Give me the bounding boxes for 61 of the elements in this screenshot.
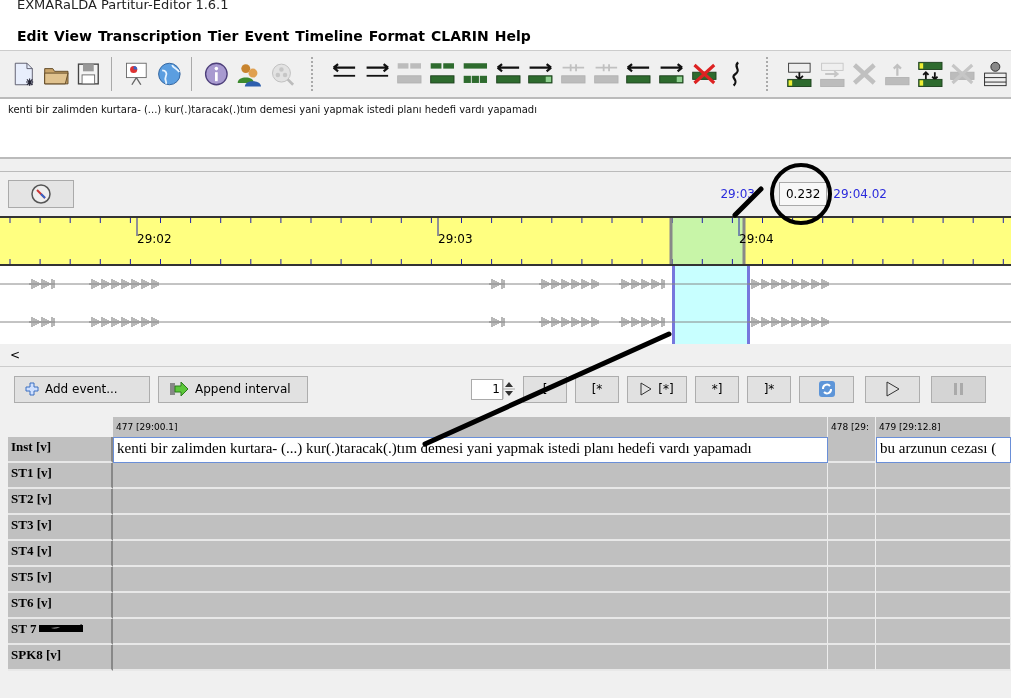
tier-name: ST2 [v] xyxy=(11,491,52,508)
selection-highlight[interactable] xyxy=(672,266,750,344)
time-tick-label: 29:02 xyxy=(137,232,172,246)
tier-name: ST5 [v] xyxy=(11,569,52,586)
tier-label[interactable]: ST4 [v] xyxy=(8,541,113,567)
tier-label[interactable]: SPK8 [v] xyxy=(8,645,113,671)
time-ruler[interactable]: 29:02 29:03 29:04 xyxy=(0,216,1011,266)
number-field[interactable]: 1 xyxy=(471,378,503,400)
column-header[interactable]: 479 [29:12.8] xyxy=(876,417,1011,437)
menu-item[interactable]: Format xyxy=(365,28,428,44)
menu-item[interactable]: Event xyxy=(241,28,293,44)
play-icon xyxy=(640,382,653,396)
time-tick-label: 29:03 xyxy=(438,232,473,246)
plus-icon xyxy=(25,382,39,396)
refresh-button[interactable] xyxy=(799,375,854,403)
menu-item[interactable]: View xyxy=(51,28,95,44)
append-interval-button[interactable]: Append interval xyxy=(158,375,308,403)
tier-label[interactable]: ST 7 xyxy=(8,619,113,645)
play-button[interactable] xyxy=(865,375,920,403)
tier-name: ST1 [v] xyxy=(11,465,52,482)
scroll-left-arrow[interactable]: < xyxy=(10,348,21,362)
transport-button[interactable]: *] xyxy=(695,375,739,403)
annotation-circle xyxy=(768,161,834,227)
transport-button[interactable]: [* xyxy=(575,375,619,403)
spinner-arrows-icon[interactable] xyxy=(503,379,515,399)
window-title: EXMARaLDA Partitur-Editor 1.6.1 xyxy=(16,0,230,13)
tier-label[interactable]: ST1 [v] xyxy=(8,463,113,489)
tier-name: ST3 [v] xyxy=(11,517,52,534)
tier-name: Inst [v] xyxy=(11,439,52,456)
tier-label[interactable]: ST5 [v] xyxy=(8,567,113,593)
play-selection-button[interactable]: [*] xyxy=(627,375,687,403)
tier-label[interactable]: ST6 [v] xyxy=(8,593,113,619)
transport-button[interactable]: ]* xyxy=(747,375,791,403)
column-header[interactable]: 477 [29:00.1] xyxy=(113,417,828,437)
menu-item[interactable]: Tier xyxy=(204,28,242,44)
arrow-right-icon xyxy=(169,381,189,397)
menu-item[interactable]: Timeline xyxy=(292,28,366,44)
tier-name: ST6 [v] xyxy=(11,595,52,612)
menu-item[interactable]: Transcription xyxy=(94,28,205,44)
menu-item[interactable]: Help xyxy=(491,28,534,44)
menu-item[interactable]: CLARIN xyxy=(428,28,492,44)
tier-label[interactable]: ST3 [v] xyxy=(8,515,113,541)
column-header[interactable]: 478 [29: xyxy=(828,417,876,437)
pause-icon xyxy=(952,382,965,396)
navigator-button[interactable] xyxy=(8,180,74,208)
compass-icon xyxy=(30,183,52,205)
refresh-icon xyxy=(817,380,836,398)
selection-duration: 0.232 xyxy=(778,182,828,206)
tier-label[interactable]: Inst [v] xyxy=(8,437,113,463)
menu-item[interactable]: Edit xyxy=(14,28,52,44)
play-icon xyxy=(885,381,900,397)
time-tick-label: 29:04 xyxy=(739,232,774,246)
add-event-button[interactable]: Add event... xyxy=(14,375,150,403)
tier-name: ST 7 xyxy=(11,621,37,638)
tier-label[interactable]: ST2 [v] xyxy=(8,489,113,515)
event-text-preview: kenti bir zalimden kurtara- (...) kur(.)taracak(.)tım demesi yani yapmak istedi planı hedefi vardı yapamadı xyxy=(7,103,538,115)
tier-name: ST4 [v] xyxy=(11,543,52,560)
event-cell[interactable]: bu arzunun cezası ( xyxy=(876,437,1011,463)
tier-name: SPK8 [v] xyxy=(11,647,62,664)
selection-end-time: 29:04.02 xyxy=(833,187,887,201)
event-cell[interactable]: kenti bir zalimden kurtara- (...) kur(.)taracak(.)tım demesi yani yapmak istedi planı hedefi vardı yapamadı xyxy=(113,437,828,463)
